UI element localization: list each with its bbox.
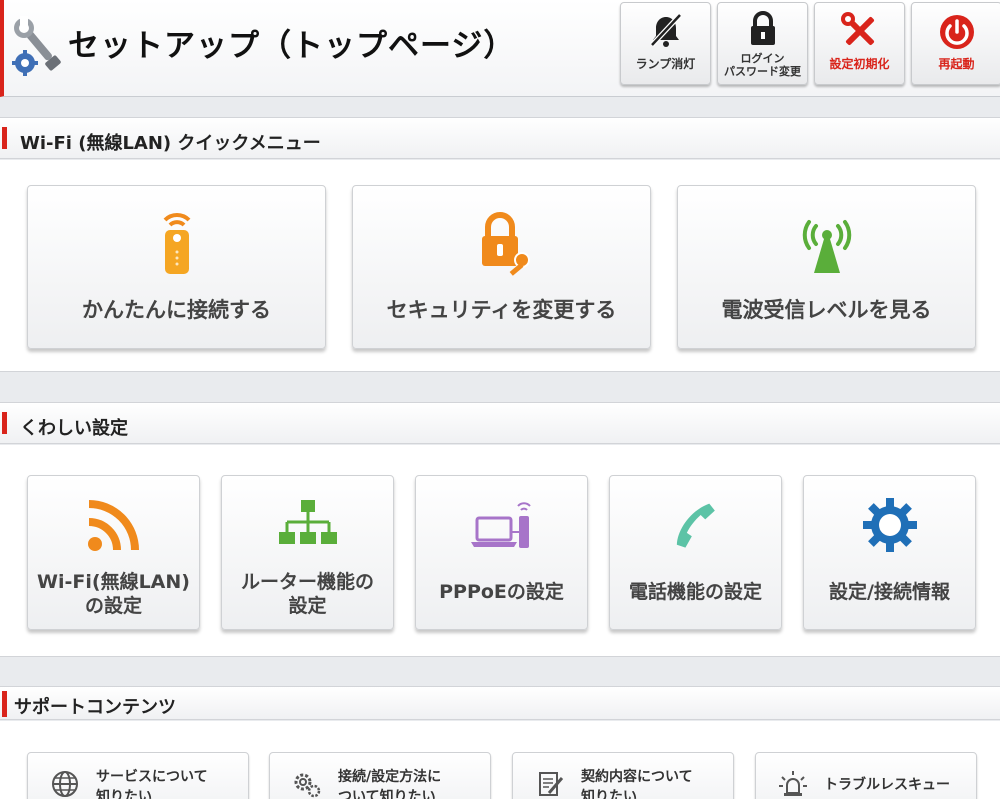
gear-icon	[862, 498, 917, 552]
section-accent-bar	[2, 691, 7, 717]
page-title: セットアップ（トップページ）	[68, 28, 516, 64]
globe-icon	[52, 771, 78, 797]
laptop-router-icon	[470, 502, 531, 548]
pppoe-settings-label: PPPoEの設定	[439, 581, 564, 603]
page-header: セットアップ（トップページ） ランプ消灯 ログイン パスワード変更 設定初期化	[0, 0, 1000, 97]
phone-icon	[676, 503, 715, 548]
detail-settings-header: くわしい設定	[0, 402, 1000, 444]
support-header: サポートコンテンツ	[0, 686, 1000, 720]
support-howto-button[interactable]: 接続/設定方法に ついて知りたい	[269, 752, 491, 799]
setup-tools-icon	[12, 16, 61, 76]
reboot-button[interactable]: 再起動	[911, 2, 1000, 85]
quick-menu-panel: かんたんに接続する セキュリティを変更する 電波受信レベルを見る	[0, 160, 1000, 372]
lamp-off-icon	[650, 13, 682, 47]
factory-reset-label: 設定初期化	[829, 57, 890, 71]
document-edit-icon	[539, 772, 564, 796]
wps-device-icon	[163, 213, 190, 274]
support-service-button[interactable]: サービスについて 知りたい	[27, 752, 249, 799]
change-security-button[interactable]: セキュリティを変更する	[352, 185, 651, 349]
pppoe-settings-button[interactable]: PPPoEの設定	[415, 475, 588, 630]
support-trouble-button[interactable]: トラブルレスキュー	[755, 752, 977, 799]
power-icon	[940, 15, 974, 49]
setting-info-label: 設定/接続情報	[829, 581, 950, 603]
section-accent-bar	[2, 412, 7, 434]
support-service-label: サービスについて 知りたい	[96, 769, 208, 799]
section-accent-bar	[2, 127, 7, 149]
factory-reset-button[interactable]: 設定初期化	[814, 2, 905, 85]
setting-info-button[interactable]: 設定/接続情報	[803, 475, 976, 630]
signal-level-label: 電波受信レベルを見る	[721, 298, 932, 322]
easy-connect-label: かんたんに接続する	[82, 298, 271, 322]
router-settings-button[interactable]: ルーター機能の 設定	[221, 475, 394, 630]
lock-icon	[751, 11, 775, 45]
phone-settings-button[interactable]: 電話機能の設定	[609, 475, 782, 630]
quick-menu-header: Wi-Fi (無線LAN) クイックメニュー	[0, 117, 1000, 159]
support-contract-label: 契約内容について 知りたい	[581, 769, 693, 799]
support-howto-label: 接続/設定方法に ついて知りたい	[338, 769, 442, 799]
antenna-icon	[802, 220, 851, 273]
wifi-signal-icon	[87, 500, 139, 551]
lamp-off-button[interactable]: ランプ消灯	[620, 2, 711, 85]
support-contract-button[interactable]: 契約内容について 知りたい	[512, 752, 734, 799]
network-tree-icon	[278, 500, 337, 544]
gears-icon	[294, 773, 321, 798]
lamp-off-label: ランプ消灯	[635, 57, 696, 71]
quick-menu-title: Wi-Fi (無線LAN) クイックメニュー	[20, 133, 321, 154]
detail-settings-panel: Wi-Fi(無線LAN) の設定 ルーター機能の 設定 PPPoEの設定 電話機…	[0, 445, 1000, 657]
router-settings-label: ルーター機能の 設定	[240, 571, 374, 617]
phone-settings-label: 電話機能の設定	[628, 581, 762, 603]
easy-connect-button[interactable]: かんたんに接続する	[27, 185, 326, 349]
login-password-label: ログイン パスワード変更	[724, 52, 801, 78]
support-trouble-label: トラブルレスキュー	[824, 777, 950, 793]
support-title: サポートコンテンツ	[14, 697, 176, 718]
wifi-settings-button[interactable]: Wi-Fi(無線LAN) の設定	[27, 475, 200, 630]
login-password-button[interactable]: ログイン パスワード変更	[717, 2, 808, 85]
lock-key-icon	[481, 212, 530, 276]
tools-icon	[841, 12, 875, 46]
detail-settings-title: くわしい設定	[20, 418, 128, 439]
wifi-settings-label: Wi-Fi(無線LAN) の設定	[37, 571, 190, 617]
signal-level-button[interactable]: 電波受信レベルを見る	[677, 185, 976, 349]
change-security-label: セキュリティを変更する	[386, 298, 617, 322]
alarm-light-icon	[779, 771, 807, 796]
reboot-label: 再起動	[938, 57, 975, 71]
